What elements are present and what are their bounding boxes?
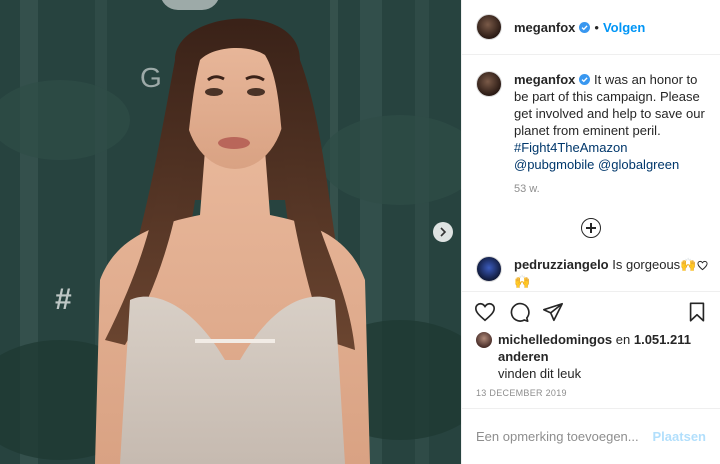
mention-link-globalgreen[interactable]: @globalgreen	[598, 157, 679, 172]
caption-username[interactable]: meganfox	[514, 72, 575, 87]
comments-area[interactable]: meganfox It was an honor to be part of t…	[462, 55, 720, 291]
caption: meganfox It was an honor to be part of t…	[476, 71, 706, 198]
mention-link-pubgmobile[interactable]: @pubgmobile	[514, 157, 594, 172]
save-button[interactable]	[686, 301, 708, 323]
verified-badge-icon	[579, 74, 591, 85]
chevron-right-icon	[440, 227, 447, 237]
like-button[interactable]	[474, 301, 496, 323]
comment-input[interactable]	[476, 429, 653, 444]
bookmark-icon	[689, 301, 705, 322]
post-header: meganfox • Volgen	[462, 0, 720, 55]
hashtag-link[interactable]: #Fight4TheAmazon	[514, 140, 627, 155]
verified-badge-icon	[579, 21, 591, 33]
paper-plane-icon	[543, 302, 563, 321]
liker-username[interactable]: michelledomingos	[498, 332, 612, 347]
comment-body: pedruzziangelo Is gorgeous🙌🙌 🙌🙌🙌🙌🙌🙌🙌🙌🙌🙌 …	[514, 256, 704, 291]
post-photo[interactable]: G #	[0, 0, 461, 464]
likes-suffix: vinden dit leuk	[498, 366, 582, 381]
comment-like-heart-icon[interactable]	[697, 260, 708, 271]
header-separator: •	[594, 19, 599, 35]
comment-emoji-row: 🙌🙌🙌🙌🙌🙌🙌🙌🙌🙌	[514, 290, 704, 291]
likes-summary: michelledomingos en 1.051.211 anderen vi…	[462, 331, 720, 382]
action-bar	[462, 291, 720, 331]
post-comment-button[interactable]: Plaatsen	[653, 429, 706, 444]
liker-avatar[interactable]	[476, 332, 492, 348]
author-avatar[interactable]	[476, 14, 502, 40]
comment-text: Is gorgeous	[612, 257, 681, 272]
commenter-username[interactable]: pedruzziangelo	[514, 257, 609, 272]
follow-button[interactable]: Volgen	[603, 20, 645, 35]
speech-bubble-icon	[510, 302, 530, 322]
post-sidebar: meganfox • Volgen meganfox It was an hon…	[461, 0, 720, 464]
likes-text: michelledomingos en 1.051.211 anderen vi…	[498, 331, 706, 382]
commenter-avatar[interactable]	[476, 256, 502, 282]
plus-circle-icon[interactable]	[581, 218, 601, 238]
caption-timestamp[interactable]: 53 w.	[514, 181, 706, 198]
backdrop-watermark-letter: G	[140, 62, 162, 93]
backdrop-watermark-hash: #	[55, 283, 72, 316]
likes-connector: en	[615, 332, 631, 347]
next-image-button[interactable]	[433, 222, 453, 242]
caption-body: meganfox It was an honor to be part of t…	[514, 71, 706, 198]
caption-avatar[interactable]	[476, 71, 502, 97]
forest-backdrop	[0, 0, 461, 464]
comment-item: pedruzziangelo Is gorgeous🙌🙌 🙌🙌🙌🙌🙌🙌🙌🙌🙌🙌 …	[476, 256, 708, 291]
comment-button[interactable]	[508, 301, 530, 323]
share-button[interactable]	[542, 301, 564, 323]
instagram-post: G # meganfox • Volgen meganfox It was an…	[0, 0, 720, 464]
heart-icon	[475, 302, 495, 321]
author-username[interactable]: meganfox	[514, 20, 575, 35]
add-comment-form: Plaatsen	[462, 408, 720, 464]
load-more-comments[interactable]	[476, 218, 706, 238]
post-date[interactable]: 13 DECEMBER 2019	[462, 382, 720, 408]
